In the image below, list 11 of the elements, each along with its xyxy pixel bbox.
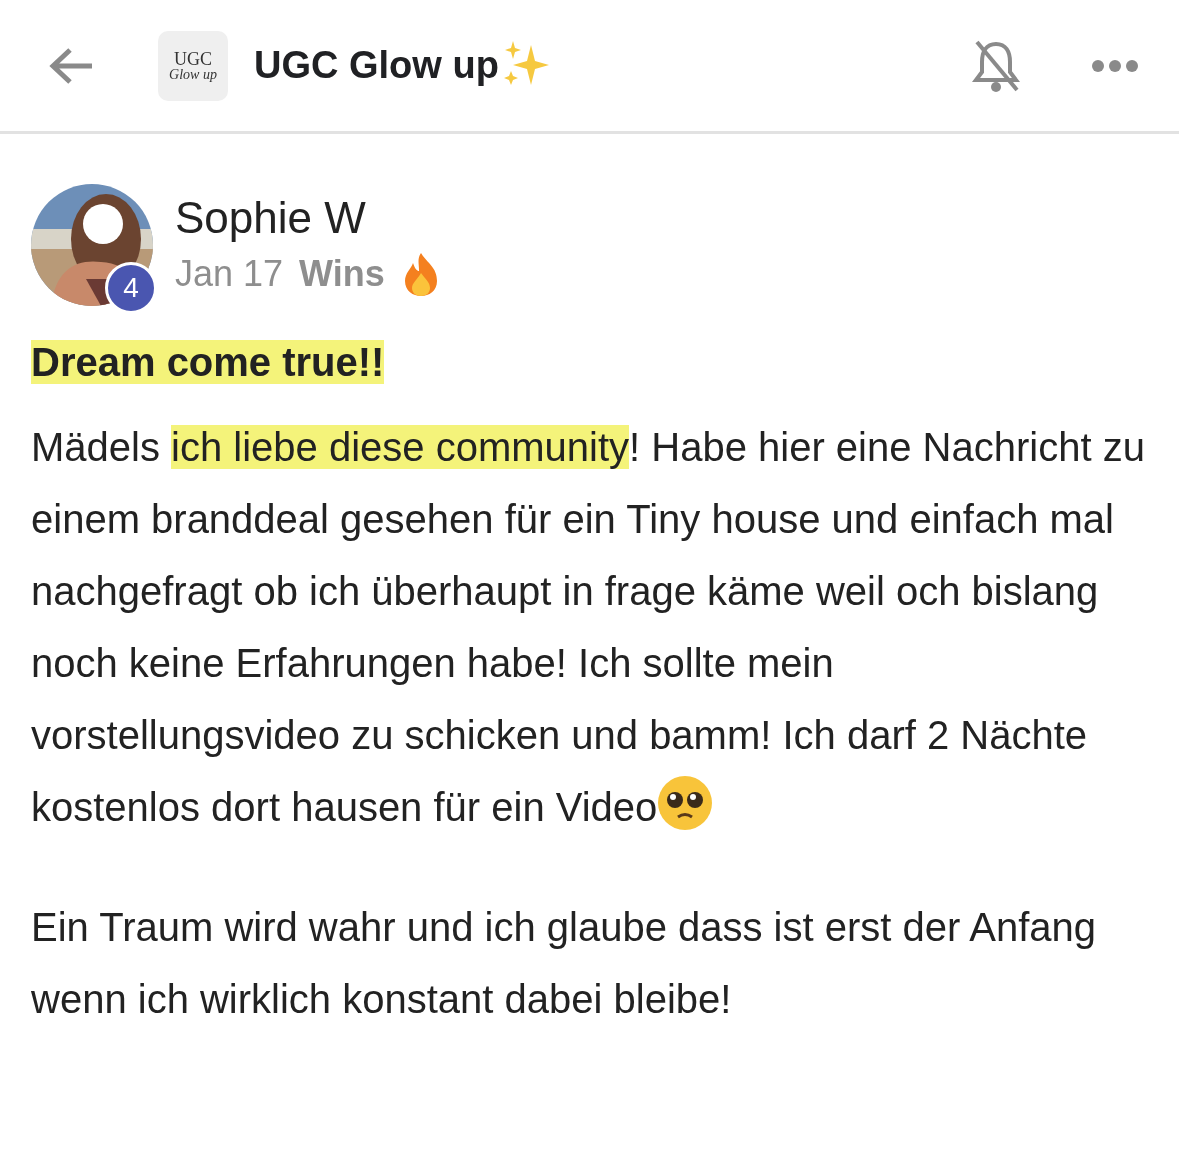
post-title: Dream come true!! [31, 340, 386, 385]
post-paragraph: Ein Traum wird wahr und ich glaube dass ist erst der Anfang wenn ich wirklich konstant dabei bleibe! [31, 904, 1097, 1023]
more-button[interactable] [1091, 58, 1139, 73]
author-name: Sophie W [175, 193, 367, 243]
level-badge: 4 [105, 262, 157, 314]
post-category[interactable]: Wins [299, 253, 385, 295]
group-logo: UGC Glow up [158, 30, 228, 101]
post-paragraph: Mädels ich liebe diese community! Habe hier eine Nachricht zu einem branddeal gesehen für ein Tiny house und einfach mal nachgefragt ob ich überhaupt in frage käme weil och bislang noch keine Erfahrungen habe! Ich sollte mein vorstellungsvideo zu schicken und bamm! Ich darf 2 Nächte kostenlos dort hausen für ein Video [31, 424, 1146, 833]
group-title: UGC Glow up [254, 44, 499, 87]
more-icon [1091, 58, 1139, 73]
post-date: Jan 17 [175, 253, 284, 295]
